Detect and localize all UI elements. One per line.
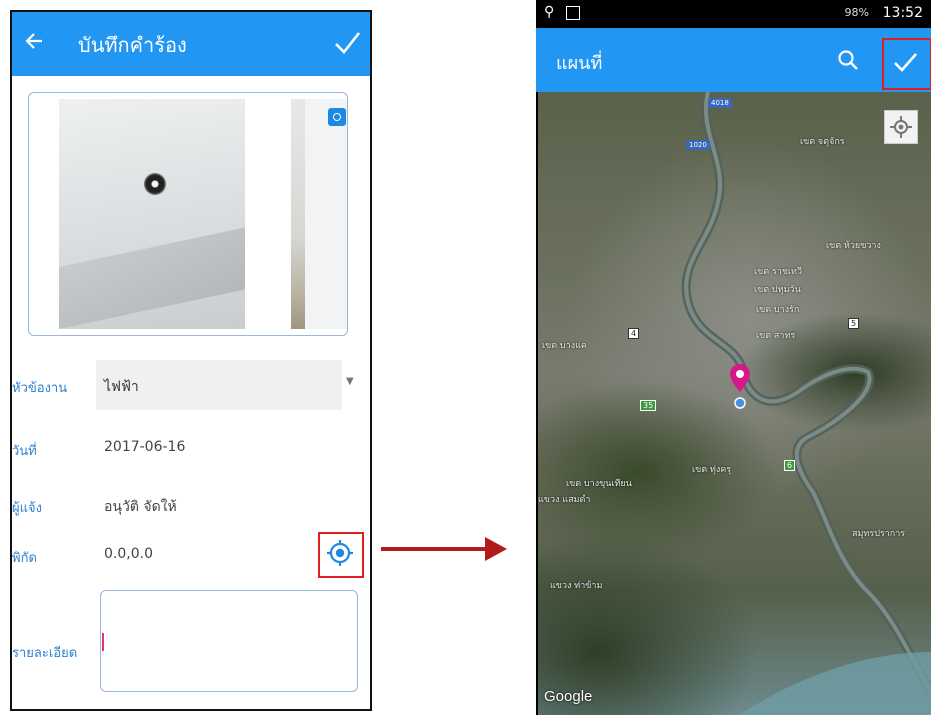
confirm-location-button[interactable] (882, 38, 931, 90)
satellite-map[interactable]: เขต จตุจักร เขต ห้วยขวาง เขต ราชเทวี เขต… (538, 92, 931, 715)
road-shield: 35 (640, 400, 657, 411)
confirm-button[interactable] (330, 22, 364, 62)
detail-textarea[interactable] (100, 590, 358, 692)
coords-label: พิกัด (12, 551, 37, 566)
map-label: สมุทรปราการ (852, 529, 906, 539)
coords-value: 0.0,0.0 (104, 546, 153, 562)
status-bar: ⚲ 98% 13:52 (536, 0, 931, 28)
search-icon (838, 50, 858, 70)
location-status-icon: ⚲ (544, 4, 555, 20)
transition-arrow (381, 547, 487, 551)
topic-value: ไฟฟ้า (104, 379, 139, 395)
reporter-value: อนุวัติ จัดให้ (104, 499, 177, 515)
detail-label: รายละเอียด (12, 646, 78, 661)
photo-ceiling-lamp[interactable] (59, 99, 245, 329)
check-icon (894, 53, 917, 72)
app-bar (12, 12, 370, 76)
map-pin-icon (730, 364, 750, 409)
selected-location-pin[interactable] (728, 362, 752, 414)
gallery-status-icon (566, 6, 580, 20)
map-label: เขต บางรัก (756, 305, 800, 315)
reporter-label: ผู้แจ้ง (12, 501, 42, 516)
arrow-left-icon (25, 33, 42, 49)
photo-gallery[interactable] (28, 92, 348, 336)
map-label: เขต ห้วยขวาง (826, 241, 881, 251)
crosshair-icon (890, 116, 912, 138)
text-caret (102, 633, 104, 651)
date-label: วันที่ (12, 444, 37, 459)
google-attribution: Google (544, 688, 593, 705)
status-time: 13:52 (882, 5, 923, 21)
map-label: เขต สาทร (756, 331, 796, 341)
transition-arrow-head (485, 537, 507, 561)
map-title: แผนที่ (556, 53, 603, 74)
map-label: เขต บางขุนเทียน (566, 479, 632, 489)
map-label: เขต ราชเทวี (754, 267, 802, 277)
map-label: เขต ทุ่งครุ (692, 465, 732, 475)
map-label: เขต ปทุมวัน (754, 285, 801, 295)
road-shield: 1020 (686, 140, 710, 150)
my-location-button[interactable] (884, 110, 918, 144)
map-label: เขต บางแค (542, 341, 587, 351)
map-label: แขวง แสมดำ (538, 495, 591, 505)
road-shield: 4 (628, 328, 640, 339)
road-shield: 5 (848, 318, 860, 329)
page-title: บันทึกคำร้อง (78, 33, 187, 57)
request-form-screen: บันทึกคำร้อง หัวข้องาน ไฟฟ้า ▼ วันที่ 20… (10, 10, 372, 711)
lamp-fixture (144, 173, 166, 195)
road-shield: 4018 (708, 98, 732, 108)
road-shield: 6 (784, 460, 796, 471)
map-label: เขต จตุจักร (800, 137, 845, 147)
topic-label: หัวข้องาน (12, 381, 68, 396)
date-value: 2017-06-16 (104, 439, 186, 455)
gps-target-icon (327, 540, 353, 566)
pick-location-button[interactable] (325, 538, 355, 568)
back-button[interactable] (22, 26, 52, 56)
battery-percent: 98% (844, 6, 869, 19)
search-button[interactable] (836, 48, 860, 72)
map-screen: ⚲ 98% 13:52 แผนที่ เขต จตุจักร เขต ห้วยข… (536, 0, 931, 715)
camera-icon[interactable] (328, 108, 346, 126)
dropdown-arrow-icon[interactable]: ▼ (346, 376, 354, 387)
check-icon (335, 32, 361, 54)
map-label: แขวง ท่าข้าม (550, 581, 603, 591)
photo-thumbnail-2[interactable] (291, 99, 347, 329)
